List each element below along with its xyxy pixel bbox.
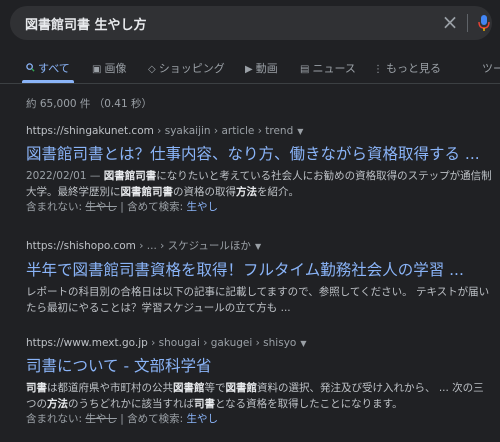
result-snippet: 2022/02/01 — 図書館司書になりたいと考えている社会人にお勧めの資格取… (26, 168, 492, 200)
tab-videos-label: 動画 (255, 62, 278, 75)
result-date: 2022/02/01 — (26, 170, 104, 182)
tab-news[interactable]: ▤ ニュース (300, 60, 356, 76)
tab-videos[interactable]: ▶ 動画 (245, 60, 278, 76)
snippet-text: 等で (204, 382, 226, 394)
result-domain: https://shishopo.com (26, 240, 136, 252)
snippet-text: となる資格を取得したことになります。 (215, 398, 403, 410)
result-path: › syakaijin › article › trend (153, 125, 294, 137)
missing-label: 含まれない: (26, 413, 86, 425)
search-result: https://shingakunet.com › syakaijin › ar… (26, 125, 492, 215)
result-cite[interactable]: https://shingakunet.com › syakaijin › ar… (26, 125, 492, 137)
tab-all-label: すべて (38, 62, 70, 75)
search-divider (467, 14, 468, 32)
news-icon: ▤ (300, 64, 310, 75)
chevron-down-icon[interactable]: ▼ (297, 127, 303, 136)
snippet-highlight: 図書館司書 (103, 170, 157, 182)
snippet-text: の資格の取得 (173, 186, 236, 198)
video-icon: ▶ (245, 64, 253, 75)
result-title-link[interactable]: 半年で図書館司書資格を取得！フルタイム勤務社会人の学習 ... (26, 258, 492, 280)
include-term-link[interactable]: 生やし (186, 201, 218, 213)
search-result: https://shishopo.com › ... › スケジュールほか ▼ 半… (26, 238, 492, 316)
snippet-text: は都道府県や市町村の公共 (47, 382, 173, 394)
result-path: › ... › スケジュールほか (135, 240, 251, 252)
result-path: › shougai › gakugei › shisyo (147, 337, 297, 349)
result-snippet: 司書は都道府県や市町村の公共図書館等で図書館資料の選択、発注及び受け入れから、 … (26, 380, 492, 412)
clear-icon[interactable]: × (440, 12, 460, 33)
missing-label: 含まれない: (26, 201, 86, 213)
result-domain: https://www.mext.go.jp (26, 337, 148, 349)
chevron-down-icon[interactable]: ▼ (300, 339, 306, 348)
tab-tools[interactable]: ツール (482, 60, 500, 76)
snippet-highlight: 司書 (194, 398, 215, 410)
search-bar[interactable]: 図書館司書 生やし方 × (10, 6, 492, 40)
missing-terms: 含まれない: 生やし | 含めて検索: 生やし (26, 200, 492, 215)
search-tabs: すべて ▣画像 ◇ショッピング ▶動画 ▤ニュース ⋮もっと見る ツール (0, 50, 500, 86)
tab-all[interactable]: すべて (26, 60, 70, 76)
tab-shopping[interactable]: ◇ ショッピング (148, 60, 225, 76)
result-snippet: レポートの科目別の合格日は以下の記事に記載してますので、参照してください。 テキ… (26, 286, 490, 314)
missing-term: 生やし (85, 413, 117, 425)
snippet-highlight: 司書 (26, 382, 47, 394)
tab-more-label: もっと見る (386, 62, 441, 75)
result-stats: 約 65,000 件 （0.41 秒） (26, 98, 152, 110)
tab-news-label: ニュース (312, 62, 356, 75)
include-label: | 含めて検索: (116, 413, 187, 425)
include-term-link[interactable]: 生やし (186, 413, 218, 425)
chevron-down-icon[interactable]: ▼ (255, 242, 261, 251)
missing-terms: 含まれない: 生やし | 含めて検索: 生やし (26, 412, 492, 427)
include-label: | 含めて検索: (116, 201, 187, 213)
snippet-highlight: 方法 (47, 398, 68, 410)
tab-shopping-label: ショッピング (158, 62, 225, 75)
snippet-text: を紹介。 (257, 186, 299, 198)
mic-icon[interactable] (478, 14, 490, 32)
tabs-divider (0, 83, 500, 84)
search-result: https://www.mext.go.jp › shougai › gakug… (26, 337, 492, 427)
search-input[interactable]: 図書館司書 生やし方 (25, 14, 147, 33)
result-cite[interactable]: https://shishopo.com › ... › スケジュールほか ▼ (26, 238, 492, 253)
tab-images[interactable]: ▣ 画像 (92, 60, 126, 76)
more-icon: ⋮ (373, 64, 383, 75)
image-icon: ▣ (92, 64, 102, 75)
result-title-link[interactable]: 司書について - 文部科学省 (26, 354, 492, 376)
search-icon (26, 63, 35, 75)
snippet-highlight: 図書館 (173, 382, 205, 394)
snippet-highlight: 図書館 (225, 382, 258, 394)
tab-more[interactable]: ⋮ もっと見る (373, 60, 441, 76)
result-domain: https://shingakunet.com (26, 125, 154, 137)
tab-images-label: 画像 (104, 62, 127, 75)
missing-term: 生やし (85, 201, 117, 213)
snippet-text: のうちどれかに該当すれば (68, 398, 194, 410)
tag-icon: ◇ (148, 64, 156, 75)
result-cite[interactable]: https://www.mext.go.jp › shougai › gakug… (26, 337, 492, 349)
snippet-highlight: 方法 (236, 186, 257, 198)
snippet-highlight: 図書館司書 (120, 186, 174, 198)
result-title-link[interactable]: 図書館司書とは？仕事内容、なり方、働きながら資格取得する ... (26, 142, 492, 164)
